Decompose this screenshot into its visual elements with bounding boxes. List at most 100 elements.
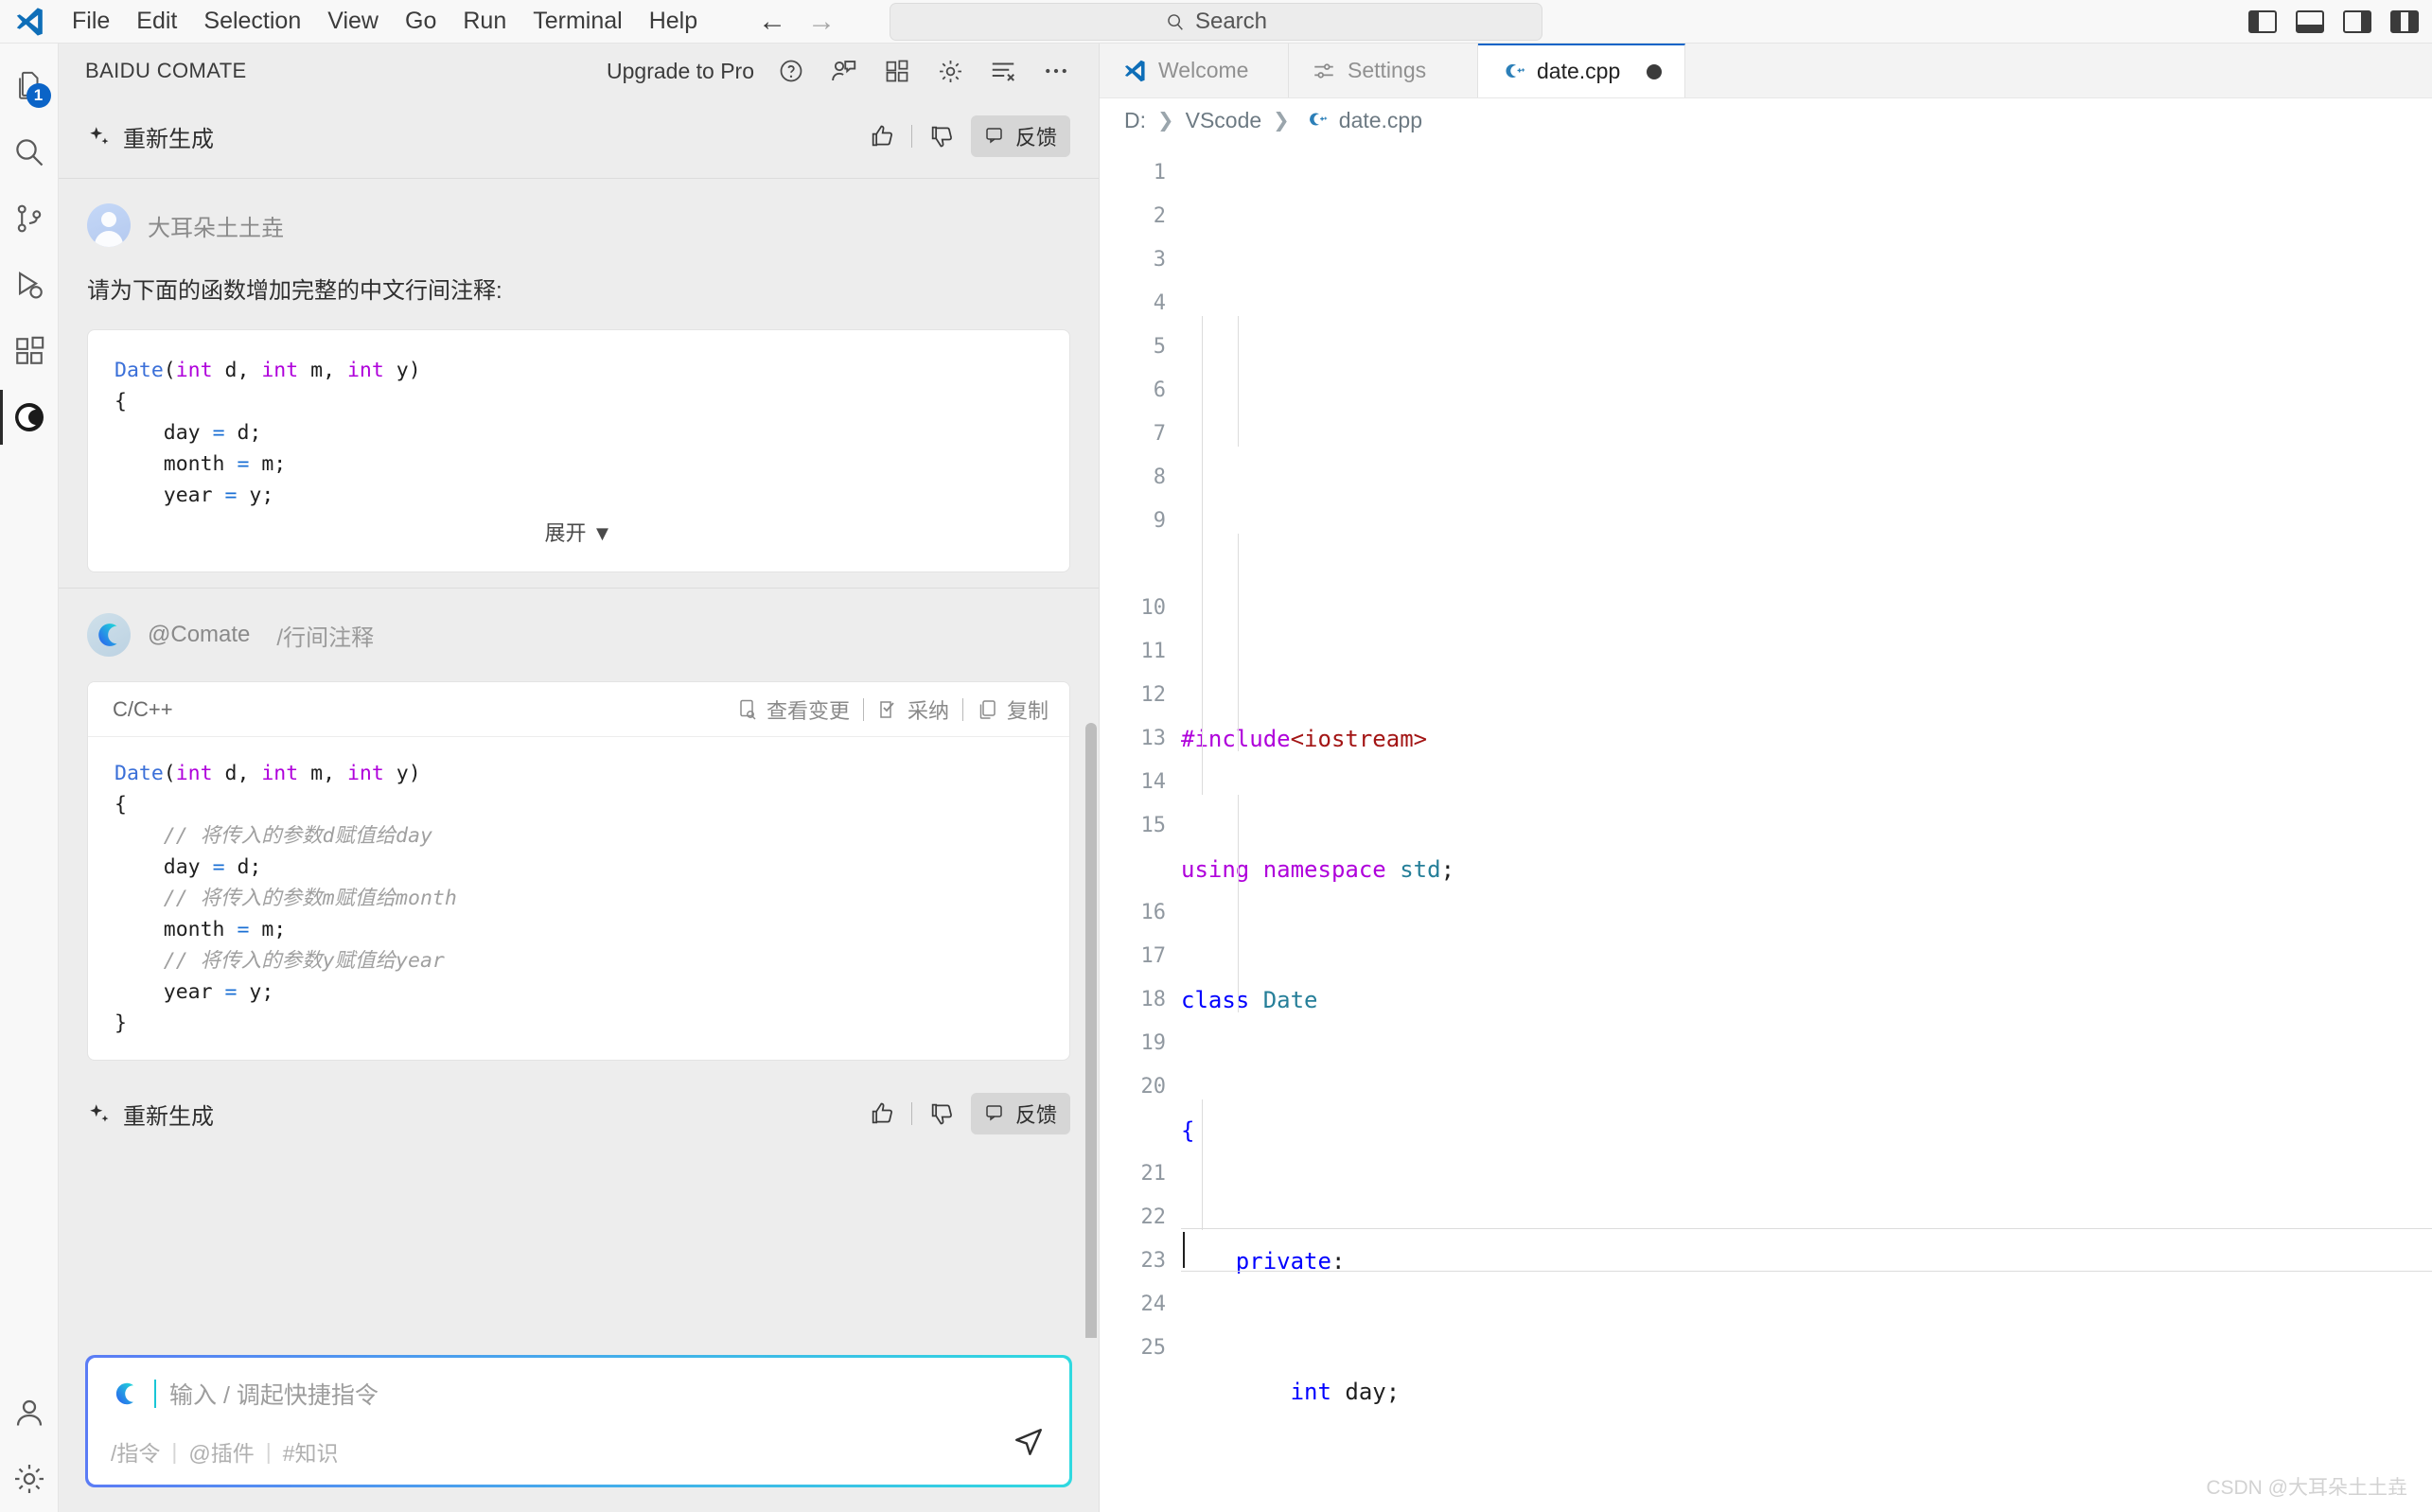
menu-run[interactable]: Run [449,5,520,39]
comate-title: BAIDU COMATE [85,59,247,82]
user-message: 大耳朵土土垚 请为下面的函数增加完整的中文行间注释: Date(int d, i… [59,179,1099,588]
user-name: 大耳朵土土垚 [148,215,284,241]
more-ellipsis-icon[interactable] [1040,55,1072,87]
activity-bar: 1 [0,44,59,1512]
thumbs-up-icon[interactable] [866,120,898,152]
view-diff-button[interactable]: 查看变更 [736,694,850,725]
copy-button[interactable]: 复制 [977,694,1049,725]
breadcrumb: D: ❯ VScode ❯ date.cpp [1100,98,2432,142]
regenerate-button-top[interactable]: 重新生成 [87,120,214,153]
chevron-right-icon: ❯ [1157,109,1174,132]
send-icon [1015,1429,1042,1455]
menu-bar: File Edit Selection View Go Run Terminal… [59,5,711,39]
sparkle-icon [90,127,109,145]
search-placeholder: Search [1194,9,1268,34]
feedback-label-top: 反馈 [1014,126,1057,149]
code-language-label: C/C++ [113,696,173,721]
vscode-logo-icon [1124,60,1145,81]
code-editor[interactable]: 123456789.101112131415.1617181920.212223… [1100,142,2432,1512]
tab-welcome[interactable]: Welcome [1100,44,1289,97]
accept-button[interactable]: 采纳 [877,694,949,725]
scrollbar[interactable] [1084,723,1099,1338]
tab-settings[interactable]: Settings [1289,44,1478,97]
run-debug-icon [18,272,43,299]
arrow-right-icon[interactable]: → [807,7,836,36]
sidebar-item-extensions[interactable] [0,318,59,384]
text-cursor [154,1380,156,1408]
thumbs-up-icon[interactable] [866,1098,898,1130]
hint-knowledge[interactable]: #知识 [283,1435,339,1468]
send-button[interactable] [1013,1426,1045,1464]
comate-avatar-icon [98,624,117,646]
menu-help[interactable]: Help [636,5,711,39]
code-line: int month; [1181,1501,2432,1512]
copy-icon [979,699,996,719]
manage-settings-button[interactable] [0,1446,59,1512]
tab-label: Welcome [1158,58,1249,82]
chat-input-placeholder[interactable]: 输入 / 调起快捷指令 [169,1377,379,1411]
settings-sliders-icon [1314,62,1333,79]
code-content[interactable]: #include<iostream> using namespace std; … [1181,142,2432,1512]
regenerate-button-bottom[interactable]: 重新生成 [87,1098,214,1131]
code-line: #include<iostream> [1181,726,1428,752]
menu-terminal[interactable]: Terminal [520,5,635,39]
toggle-secondary-sidebar-icon[interactable] [2343,10,2371,33]
sidebar-item-source-control[interactable] [0,185,59,252]
account-icon [16,1399,42,1426]
view-diff-icon [740,699,756,720]
upgrade-to-pro-button[interactable]: Upgrade to Pro [607,59,754,84]
sidebar-item-comate[interactable] [0,384,59,450]
feedback-label-bottom: 反馈 [1014,1103,1057,1127]
hint-command[interactable]: /指令 [111,1435,160,1468]
extensions-grid-icon[interactable] [881,55,913,87]
vscode-logo-icon [0,6,59,38]
sidebar-item-run-debug[interactable] [0,252,59,318]
active-line-highlight [1181,1228,2432,1272]
menu-go[interactable]: Go [392,5,449,39]
gear-icon[interactable] [934,55,966,87]
feedback-button-top[interactable]: 反馈 [970,115,1070,157]
menu-view[interactable]: View [314,5,392,39]
accounts-button[interactable] [0,1380,59,1446]
code-block-toolbar: C/C++ 查看变更 采纳 复制 [88,682,1069,737]
menu-file[interactable]: File [59,5,123,39]
comate-icon [115,1382,133,1405]
sidebar-item-explorer[interactable]: 1 [0,53,59,119]
scrollbar-thumb[interactable] [1085,723,1097,1338]
arrow-left-icon[interactable]: ← [758,7,786,36]
menu-selection[interactable]: Selection [190,5,314,39]
thumbs-down-icon[interactable] [925,120,958,152]
thumbs-down-icon[interactable] [925,1098,958,1130]
tab-dirty-indicator[interactable] [1647,63,1663,79]
code-line: int day; [1290,1379,1401,1405]
breadcrumb-file[interactable]: date.cpp [1339,108,1422,133]
assistant-name: @Comate [148,622,251,647]
explorer-badge: 1 [26,83,51,108]
hint-plugin[interactable]: @插件 [188,1435,254,1468]
feedback-button-bottom[interactable]: 反馈 [970,1093,1070,1134]
expand-code-button[interactable]: 展开 ▼ [545,521,613,545]
assistant-code-block: C/C++ 查看变更 采纳 复制 Date(int d, int m, int … [87,681,1070,1061]
user-code-block: Date(int d, int m, int y) { day = d; mon… [87,329,1070,572]
tab-label: Settings [1348,58,1427,82]
sidebar-item-search[interactable] [0,119,59,185]
clear-list-icon[interactable] [987,55,1019,87]
help-circle-icon[interactable] [775,55,807,87]
customize-layout-icon[interactable] [2390,10,2419,33]
code-line: { [1181,1117,1195,1144]
breadcrumb-folder[interactable]: VScode [1186,108,1262,133]
regenerate-label-top: 重新生成 [123,126,214,152]
user-prompt-text: 请为下面的函数增加完整的中文行间注释: [87,278,502,304]
person-chat-icon[interactable] [828,55,860,87]
menu-edit[interactable]: Edit [123,5,190,39]
breadcrumb-drive[interactable]: D: [1124,108,1146,133]
cpp-file-icon [1309,113,1327,126]
search-input[interactable]: Search [890,3,1542,41]
vscode-window: File Edit Selection View Go Run Terminal… [0,0,2432,1512]
conversation-scroll-area[interactable]: 重新生成 反馈 大耳朵土土垚 请为下面的函数增加完整的中文行间注释: Date(… [59,98,1099,1338]
tab-date-cpp[interactable]: date.cpp [1478,44,1686,97]
toggle-primary-sidebar-icon[interactable] [2248,10,2277,33]
feedback-icon [986,128,1002,144]
assistant-message: @Comate /行间注释 C/C++ 查看变更 采纳 复制 Date(int … [59,589,1099,1076]
toggle-panel-icon[interactable] [2296,10,2324,33]
